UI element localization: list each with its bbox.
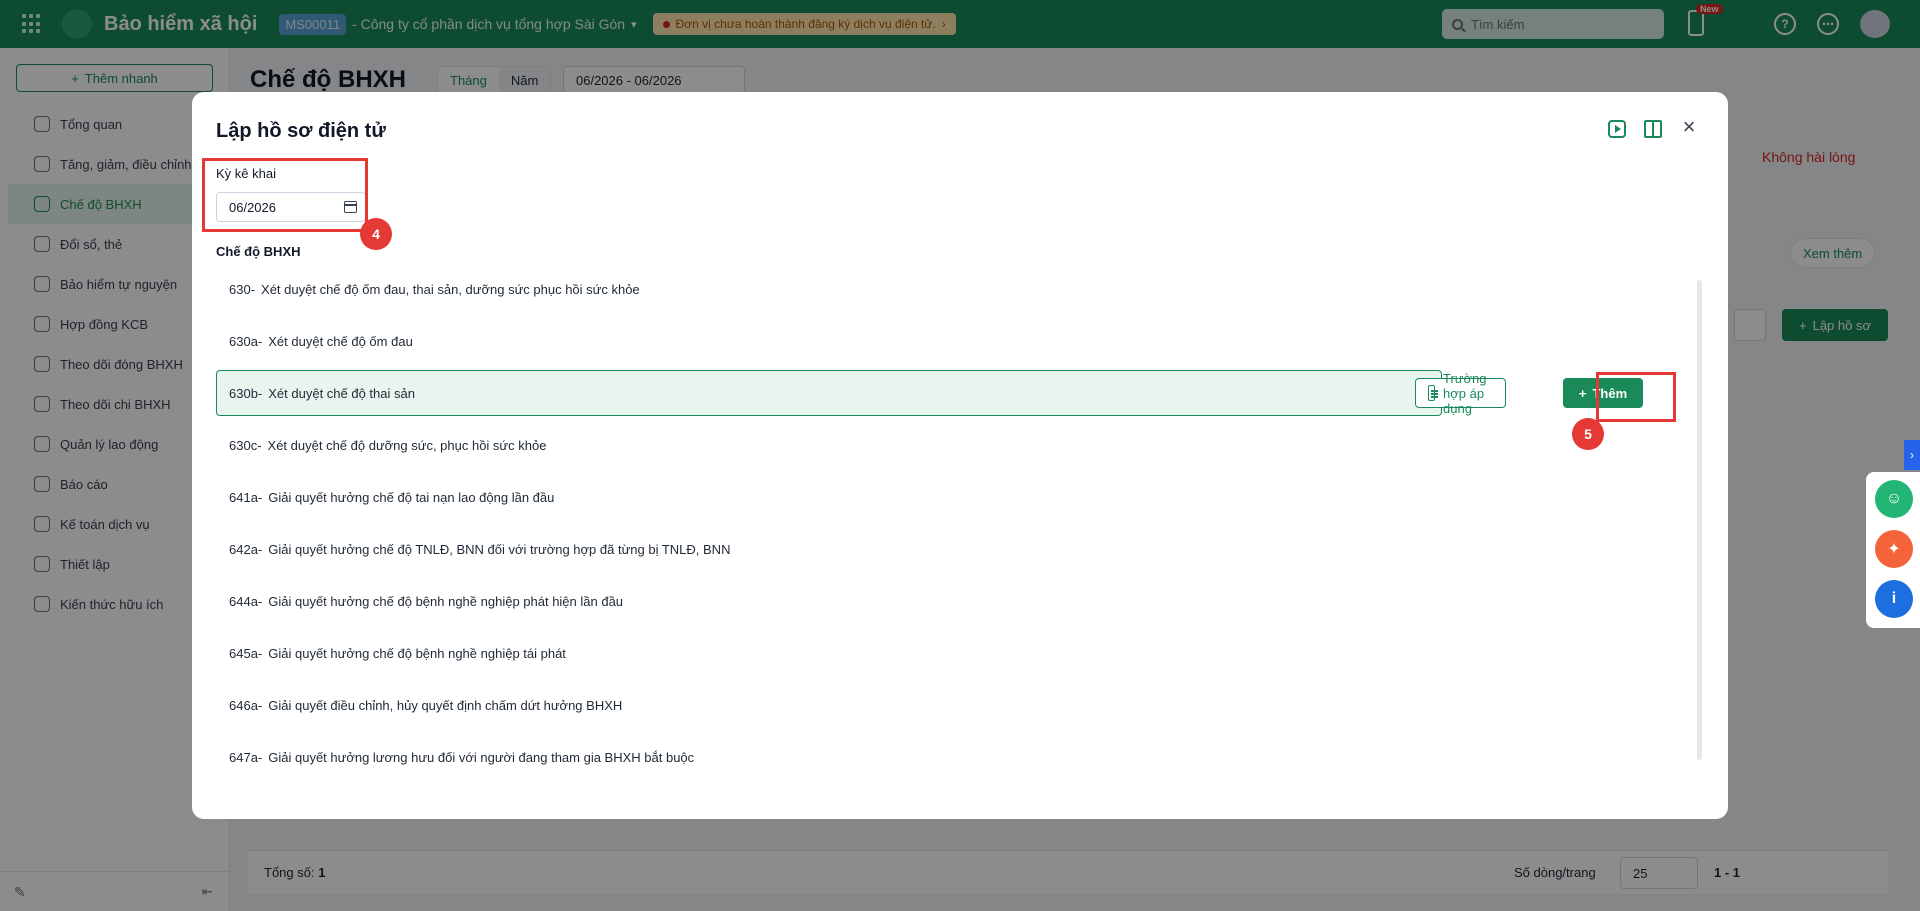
item-label: Giải quyết hưởng chế độ tai nạn lao động… xyxy=(268,489,555,505)
chatbot-icon[interactable]: ☺ xyxy=(1875,480,1913,518)
list-item[interactable]: 630c- Xét duyệt chế độ dưỡng sức, phục hồ… xyxy=(216,422,1442,468)
item-code: 630- xyxy=(229,281,256,297)
plus-icon: + xyxy=(1578,385,1587,401)
item-label: Giải quyết hưởng chế độ bệnh nghề nghiệp… xyxy=(268,645,566,661)
highlight-box-add xyxy=(1596,372,1676,422)
applicable-cases-label: Trường hợp áp dụng xyxy=(1443,370,1487,416)
item-code: 646a- xyxy=(229,697,263,713)
list-scrollbar[interactable] xyxy=(1697,280,1702,760)
item-label: Xét duyệt chế độ thai sản xyxy=(268,385,415,401)
document-list-icon xyxy=(1428,385,1439,401)
item-code: 642a- xyxy=(229,541,263,557)
list-item[interactable]: 642a- Giải quyết hưởng chế độ TNLĐ, BNN đ… xyxy=(216,526,1442,572)
item-label: Giải quyết hưởng chế độ TNLĐ, BNN đối vớ… xyxy=(268,541,731,557)
floating-support-panel: ☺ ✦ i xyxy=(1866,472,1920,628)
info-icon[interactable]: i xyxy=(1875,580,1913,618)
list-item[interactable]: 641a- Giải quyết hưởng chế độ tai nạn lao… xyxy=(216,474,1442,520)
step-badge-4: 4 xyxy=(360,218,392,250)
item-code: 630b- xyxy=(229,385,263,401)
item-label: Giải quyết điều chỉnh, hủy quyết định ch… xyxy=(268,697,623,713)
step-badge-5: 5 xyxy=(1572,418,1604,450)
item-code: 644a- xyxy=(229,593,263,609)
item-label: Xét duyệt chế độ ốm đau, thai sản, dưỡng… xyxy=(261,281,640,297)
modal-title: Lập hồ sơ điện tử xyxy=(216,120,386,142)
item-code: 647a- xyxy=(229,749,263,765)
applicable-cases-button[interactable]: Trường hợp áp dụng xyxy=(1415,371,1507,416)
item-label: Giải quyết hưởng chế độ bệnh nghề nghiệp… xyxy=(268,593,624,609)
video-guide-icon[interactable] xyxy=(1608,120,1626,138)
item-label: Xét duyệt chế độ ốm đau xyxy=(268,333,413,349)
benefit-list: 630- Xét duyệt chế độ ốm đau, thai sản, d… xyxy=(216,266,1643,786)
list-item[interactable]: 647a- Giải quyết hưởng lương hưu đối với … xyxy=(216,734,1442,780)
book-icon[interactable] xyxy=(1644,120,1662,138)
item-code: 645a- xyxy=(229,645,263,661)
list-item[interactable]: 630a- Xét duyệt chế độ ốm đau xyxy=(216,318,1442,364)
list-item[interactable]: 630b- Xét duyệt chế độ thai sản Trường hợ… xyxy=(216,370,1643,416)
highlight-box-period xyxy=(202,158,368,232)
item-label: Xét duyệt chế độ dưỡng sức, phục hồi sức… xyxy=(267,437,547,453)
item-code: 630a- xyxy=(229,333,263,349)
item-label: Giải quyết hưởng lương hưu đối với người… xyxy=(268,749,695,765)
list-item[interactable]: 645a- Giải quyết hưởng chế độ bệnh nghề n… xyxy=(216,630,1442,676)
item-code: 630c- xyxy=(229,437,262,453)
close-icon[interactable]: × xyxy=(1680,116,1698,138)
list-item[interactable]: 630- Xét duyệt chế độ ốm đau, thai sản, d… xyxy=(216,266,1442,312)
create-electronic-dossier-modal: Lập hồ sơ điện tử × Kỳ kê khai 06/2026 4… xyxy=(192,92,1728,819)
list-item[interactable]: 644a- Giải quyết hưởng chế độ bệnh nghề n… xyxy=(216,578,1442,624)
chevron-right-icon[interactable]: › xyxy=(1904,440,1920,470)
section-label: Chế độ BHXH xyxy=(216,244,301,259)
sparkle-icon[interactable]: ✦ xyxy=(1875,530,1913,568)
item-code: 641a- xyxy=(229,489,263,505)
list-item[interactable]: 646a- Giải quyết điều chỉnh, hủy quyết đị… xyxy=(216,682,1442,728)
